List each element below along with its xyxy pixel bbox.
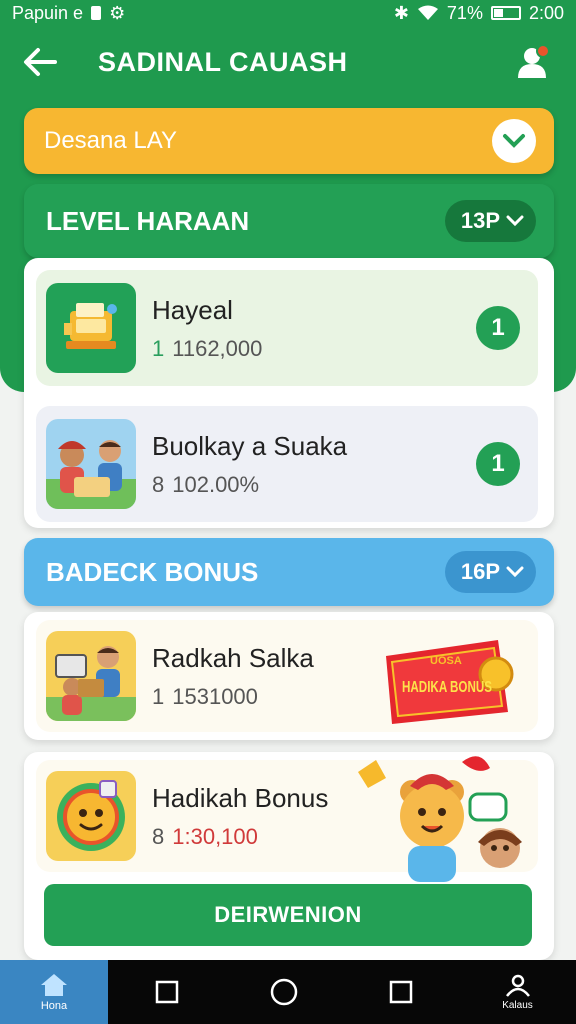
item-value-amount: 1162,000 — [172, 335, 263, 361]
item-thumbnail — [46, 771, 136, 861]
dropdown-label: Desana LAY — [44, 127, 177, 154]
chevron-down-icon — [492, 119, 536, 163]
item-value-prefix: 8 — [152, 471, 165, 497]
battery-icon — [490, 6, 521, 20]
list-item[interactable]: Radkah Salka 1 1531000 UOSA HADIKA BONUS — [36, 620, 538, 732]
count-badge: 1 — [476, 306, 520, 350]
home-icon — [41, 974, 67, 996]
battery-percent: 71% — [446, 2, 483, 23]
status-right: ✱ 71% 2:00 — [394, 3, 564, 24]
item-value: 1 1162,000 — [152, 336, 476, 362]
circle-icon — [270, 978, 297, 1006]
section-title: LEVEL HARAAN — [46, 205, 250, 236]
user-icon — [505, 974, 530, 997]
claim-bonus-button[interactable]: DEIRWENION — [44, 884, 532, 946]
status-left: Papuin e ⚙ — [12, 3, 125, 24]
item-value-prefix: 1 — [152, 683, 165, 709]
square-icon — [389, 980, 412, 1004]
status-time: 2:00 — [528, 2, 564, 23]
item-value-prefix: 1 — [152, 335, 165, 361]
item-text: Hayeal 1 1162,000 — [152, 295, 476, 362]
hadikah-bonus-panel: Hadikah Bonus 8 1:30,100 DEIRWENION — [24, 752, 554, 960]
back-button[interactable] — [10, 32, 70, 92]
wifi-icon — [417, 5, 438, 20]
badge-main-text: HADIKA BONUS — [402, 679, 492, 696]
nav-profile[interactable]: Kalaus — [459, 960, 576, 1024]
status-carrier-text: Papuin e — [12, 2, 84, 23]
section-title: BADECK BONUS — [46, 556, 259, 587]
item-name: Buolkay a Suaka — [152, 430, 348, 461]
item-value-amount: 1:30,100 — [172, 823, 258, 849]
item-text: Buolkay a Suaka 8 102.00% — [152, 431, 476, 498]
item-thumbnail — [46, 631, 136, 721]
chevron-down-icon — [506, 215, 524, 227]
nav-square-2[interactable] — [342, 960, 459, 1024]
level-section-header[interactable]: LEVEL HARAAN 13P — [24, 184, 554, 258]
list-item[interactable]: Hayeal 1 1162,000 1 — [36, 270, 538, 386]
item-value-amount: 102.00% — [172, 471, 260, 497]
bonus-badge-graphic: UOSA HADIKA BONUS — [386, 640, 514, 724]
pill-label: 13P — [460, 208, 500, 233]
app-header: SADINAL CAUASH — [0, 26, 576, 98]
nav-home-label: Hona — [40, 1000, 68, 1012]
item-thumbnail — [46, 283, 136, 373]
item-thumbnail — [46, 419, 136, 509]
status-bar: Papuin e ⚙ ✱ 71% 2:00 — [0, 0, 576, 26]
item-value-prefix: 8 — [152, 823, 165, 849]
page-title: SADINAL CAUASH — [98, 46, 348, 77]
square-icon — [155, 980, 178, 1004]
sim-icon — [91, 6, 102, 20]
nav-profile-label: Kalaus — [502, 999, 533, 1011]
count-badge: 1 — [476, 442, 520, 486]
chevron-down-icon — [506, 566, 524, 578]
nav-home-circle[interactable] — [225, 960, 342, 1024]
arrow-left-icon — [24, 48, 57, 76]
bottom-nav: Hona Kalaus — [0, 960, 576, 1024]
bonus-list: Radkah Salka 1 1531000 UOSA HADIKA BONUS — [24, 612, 554, 740]
item-name: Hayeal — [152, 294, 233, 325]
list-item[interactable]: Buolkay a Suaka 8 102.00% 1 — [36, 406, 538, 522]
notification-dot — [536, 44, 550, 58]
level-list: Hayeal 1 1162,000 1 Buolkay a Suaka 8 102. — [24, 258, 554, 528]
nav-home[interactable]: Hona — [0, 960, 108, 1024]
category-dropdown[interactable]: Desana LAY — [24, 108, 554, 174]
item-value: 8 102.00% — [152, 472, 476, 498]
mascot-illustration — [358, 756, 522, 882]
badge-top-text: UOSA — [430, 655, 462, 667]
settings-icon: ⚙ — [109, 2, 126, 23]
pill-label: 16P — [460, 559, 500, 584]
item-value-amount: 1531000 — [172, 683, 258, 709]
profile-button[interactable] — [504, 34, 560, 90]
nav-square-1[interactable] — [108, 960, 225, 1024]
bluetooth-icon: ✱ — [393, 2, 409, 23]
level-filter-pill[interactable]: 13P — [444, 200, 536, 242]
list-item[interactable]: Hadikah Bonus 8 1:30,100 — [36, 756, 538, 882]
bonus-section-header[interactable]: BADECK BONUS 16P — [24, 538, 554, 606]
bonus-filter-pill[interactable]: 16P — [444, 551, 536, 593]
